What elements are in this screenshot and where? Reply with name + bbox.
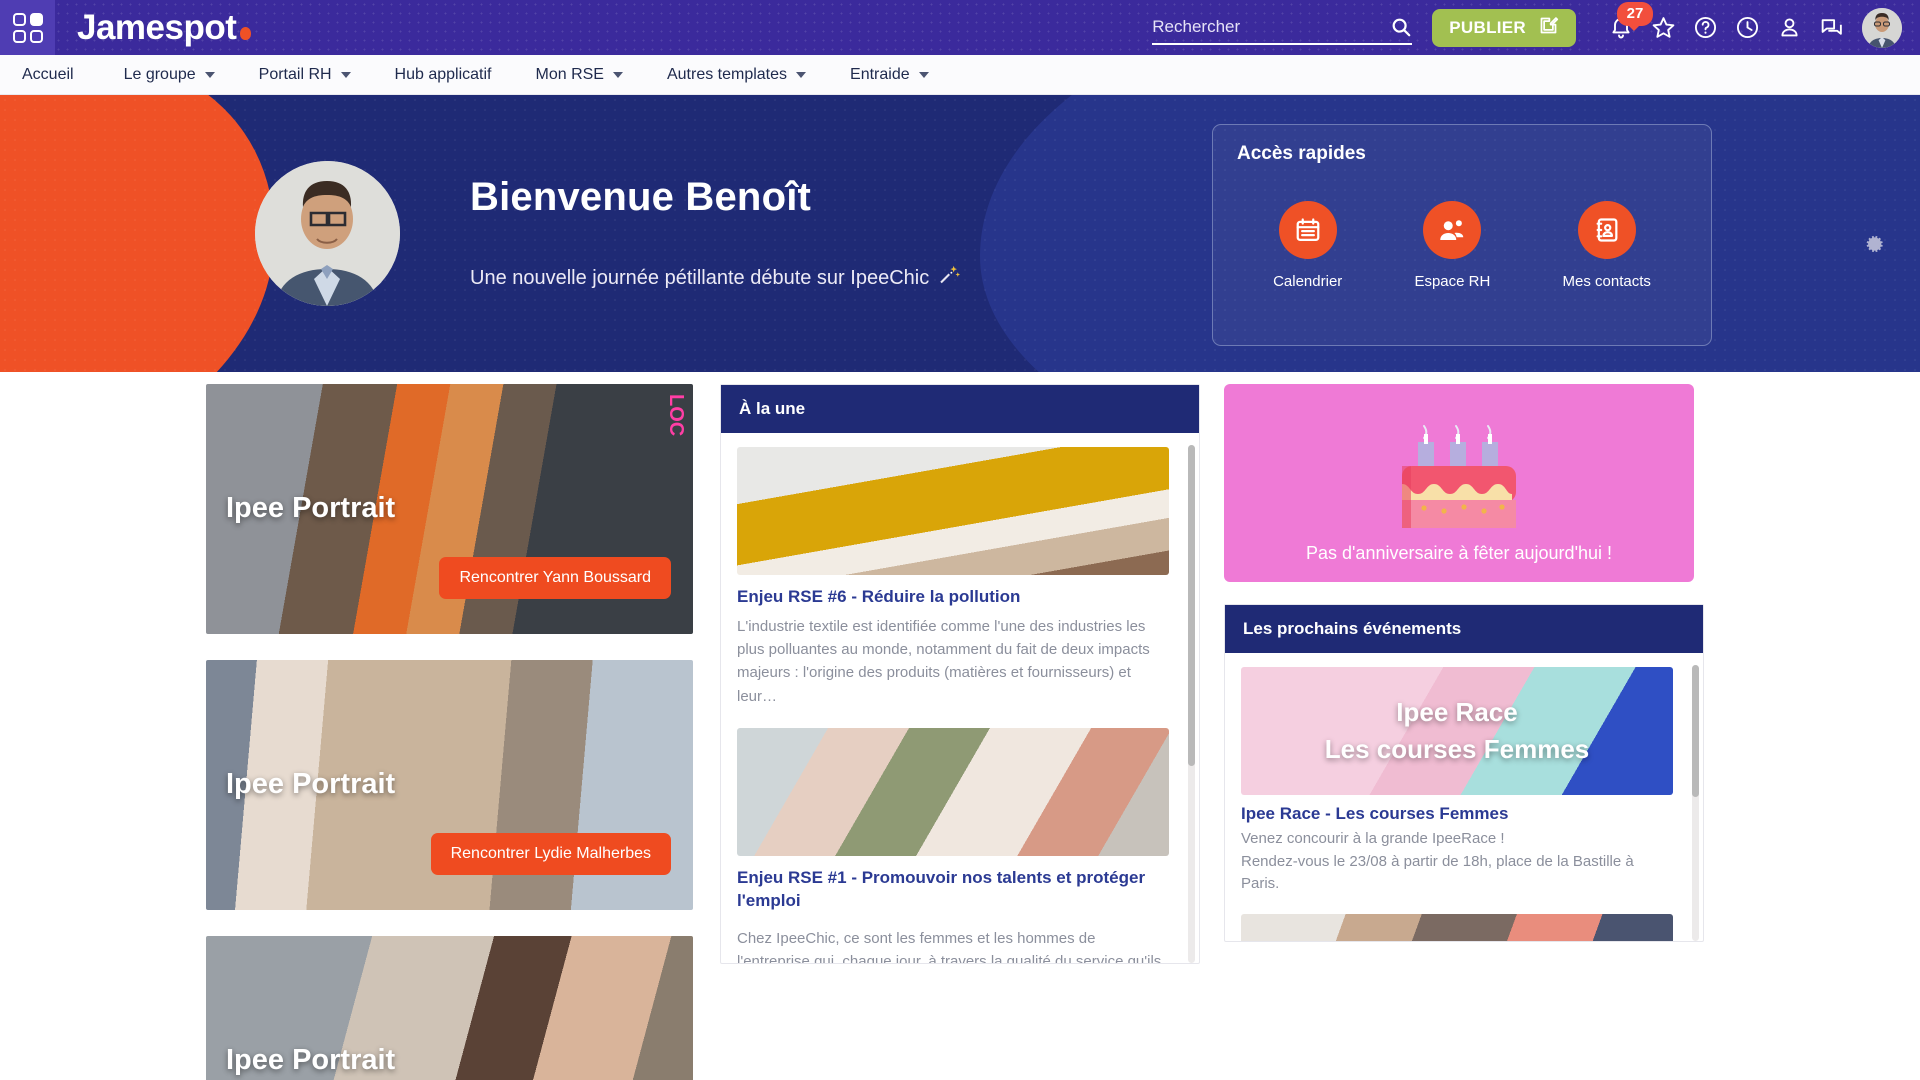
events-scrollbar[interactable] [1692, 665, 1699, 941]
featured-panel-body: Enjeu RSE #6 - Réduire la pollution L'in… [721, 433, 1199, 963]
chevron-down-icon [796, 71, 807, 78]
article-thumbnail [737, 727, 1169, 856]
featured-panel: À la une Enjeu RSE #6 - Réduire la pollu… [720, 384, 1200, 964]
chat-bubbles-icon[interactable] [1810, 7, 1852, 49]
article-item[interactable]: Enjeu RSE #6 - Réduire la pollution L'in… [737, 447, 1183, 708]
chevron-down-icon [340, 71, 351, 78]
right-column: Pas d'anniversaire à fêter aujourd'hui !… [1224, 384, 1704, 1080]
event-details: Rendez-vous le 23/08 à partir de 18h, pl… [1241, 852, 1634, 893]
article-title[interactable]: Enjeu RSE #6 - Réduire la pollution [737, 586, 1169, 609]
article-thumbnail [737, 447, 1169, 575]
brand-logo[interactable]: Jamespot [77, 7, 252, 48]
search-icon[interactable] [1390, 16, 1412, 38]
quick-access-panel: Accès rapides Calendrier Espace RH Mes c… [1212, 124, 1712, 346]
calendar-icon [1278, 201, 1337, 259]
person-icon[interactable] [1768, 7, 1810, 49]
avatar[interactable] [1862, 7, 1902, 48]
portrait-card-title: Ipee Portrait [226, 768, 396, 800]
publish-button-label: PUBLIER [1449, 17, 1526, 37]
quick-access-item-mes-contacts[interactable]: Mes contacts [1563, 201, 1651, 290]
brand-dot-icon [240, 27, 252, 40]
center-column: À la une Enjeu RSE #6 - Réduire la pollu… [720, 384, 1200, 1080]
quick-access-title: Accès rapides [1237, 143, 1366, 164]
nav-label: Autres templates [666, 65, 788, 83]
nav-item-hub-applicatif[interactable]: Hub applicatif [373, 55, 514, 95]
nav-label: Portail RH [258, 65, 332, 83]
event-banner-line1: Ipee Race [1396, 697, 1518, 727]
portrait-card[interactable]: Ipee Portrait Rencontrer Yann Boussard [206, 384, 693, 634]
hero-banner: Bienvenue Benoît Une nouvelle journée pé… [0, 95, 1920, 372]
event-item[interactable]: Ipee Race Les courses Femmes Ipee Race -… [1241, 667, 1687, 896]
events-panel-title: Les prochains événements [1225, 605, 1703, 653]
nav-label: Mon RSE [535, 65, 604, 83]
quick-access-label: Calendrier [1273, 273, 1343, 290]
featured-scrollbar[interactable] [1188, 445, 1195, 963]
page-title: Bienvenue Benoît [470, 175, 812, 219]
event-banner-line1: Ipee Inside [1390, 940, 1524, 942]
contact-book-icon [1577, 201, 1636, 259]
search-box[interactable] [1152, 11, 1413, 45]
hero-subtitle-text: Une nouvelle journée pétillante débute s… [470, 266, 930, 289]
event-description: Venez concourir à la grande IpeeRace ! [1241, 830, 1505, 847]
article-excerpt: L'industrie textile est identifiée comme… [737, 617, 1150, 705]
help-circle-icon[interactable] [1684, 7, 1726, 49]
main-content: Ipee Portrait Rencontrer Yann Boussard I… [0, 372, 1920, 1080]
event-banner: Ipee Race Les courses Femmes [1241, 667, 1673, 795]
app-grid-logo-button[interactable] [0, 0, 55, 55]
quick-access-item-espace-rh[interactable]: Espace RH [1414, 201, 1490, 290]
top-header-bar: Jamespot PUBLIER 27 [0, 0, 1920, 55]
article-item[interactable]: Enjeu RSE #1 - Promouvoir nos talents et… [737, 727, 1183, 963]
portrait-card-title: Ipee Portrait [226, 1044, 396, 1076]
grid-logo-icon [12, 12, 43, 43]
portrait-card-title: Ipee Portrait [226, 492, 396, 524]
portrait-card[interactable]: Ipee Portrait [206, 936, 693, 1080]
portrait-card[interactable]: Ipee Portrait Rencontrer Lydie Malherbes [206, 660, 693, 910]
nav-item-autres-templates[interactable]: Autres templates [645, 55, 828, 95]
event-banner-line2: Les courses Femmes [1324, 734, 1590, 764]
birthday-cake-icon [1394, 416, 1524, 541]
chevron-down-icon [204, 71, 215, 78]
quick-access-label: Espace RH [1414, 273, 1491, 290]
star-icon[interactable] [1642, 7, 1684, 49]
nav-item-le-groupe[interactable]: Le groupe [102, 55, 237, 95]
chevron-down-icon [612, 71, 623, 78]
nav-item-mon-rse[interactable]: Mon RSE [514, 55, 645, 95]
edit-square-icon [1538, 15, 1559, 41]
quick-access-item-calendrier[interactable]: Calendrier [1273, 201, 1342, 290]
hero-subtitle: Une nouvelle journée pétillante débute s… [470, 264, 961, 292]
nav-label: Entraide [850, 65, 910, 83]
article-excerpt: Chez IpeeChic, ce sont les femmes et les… [737, 929, 1162, 963]
nav-item-entraide[interactable]: Entraide [828, 55, 951, 95]
quick-access-label: Mes contacts [1562, 273, 1651, 290]
people-icon [1423, 201, 1482, 259]
events-panel-body: Ipee Race Les courses Femmes Ipee Race -… [1225, 653, 1703, 941]
left-column: Ipee Portrait Rencontrer Yann Boussard I… [206, 384, 696, 1080]
nav-label: Le groupe [123, 65, 196, 83]
clock-icon[interactable] [1726, 7, 1768, 49]
event-title[interactable]: Ipee Race - Les courses Femmes [1241, 804, 1673, 824]
featured-panel-title: À la une [721, 385, 1199, 433]
events-panel: Les prochains événements Ipee Race Les c… [1224, 604, 1704, 942]
event-item[interactable]: Ipee Inside Visites et découvertes [1241, 913, 1687, 942]
publish-button[interactable]: PUBLIER [1432, 8, 1576, 47]
birthday-card: Pas d'anniversaire à fêter aujourd'hui ! [1224, 384, 1694, 582]
nav-label: Hub applicatif [394, 65, 492, 83]
event-banner: Ipee Inside Visites et découvertes [1241, 913, 1673, 942]
main-navigation: Accueil Le groupe Portail RH Hub applica… [0, 55, 1920, 95]
chevron-down-icon [918, 71, 929, 78]
header-right-cluster: PUBLIER 27 [1152, 0, 1920, 55]
gear-icon[interactable] [1864, 233, 1886, 255]
search-input[interactable] [1152, 16, 1391, 37]
birthday-message: Pas d'anniversaire à fêter aujourd'hui ! [1305, 543, 1613, 563]
hero-user-avatar [255, 161, 400, 306]
nav-label: Accueil [22, 65, 74, 83]
portrait-cta-button[interactable]: Rencontrer Lydie Malherbes [430, 833, 671, 875]
nav-item-portail-rh[interactable]: Portail RH [237, 55, 373, 95]
portrait-cta-button[interactable]: Rencontrer Yann Boussard [439, 557, 671, 599]
sparkle-wand-icon [939, 264, 961, 292]
nav-item-accueil[interactable]: Accueil [22, 55, 102, 95]
article-title[interactable]: Enjeu RSE #1 - Promouvoir nos talents et… [737, 867, 1169, 913]
brand-name: Jamespot [77, 7, 237, 47]
bell-icon[interactable]: 27 [1600, 1, 1653, 49]
